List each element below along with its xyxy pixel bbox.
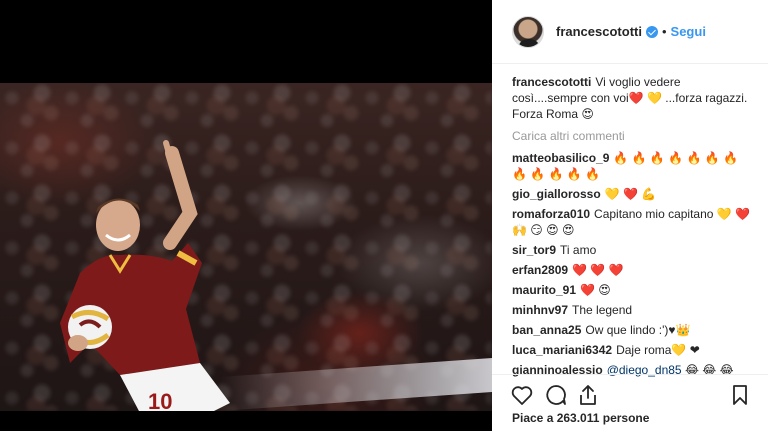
svg-text:10: 10 [148,389,172,411]
comment-username[interactable]: ban_anna25 [512,323,581,337]
media-pane: 10 [0,0,492,431]
caption-username[interactable]: francescototti [512,75,591,89]
comment-item: erfan2809 ❤️ ❤️ ❤️ [512,262,756,278]
share-icon[interactable] [576,383,600,407]
comment-text: Ow que lindo :')♥👑 [585,323,691,337]
comment-text: Ti amo [560,243,597,257]
likes-count[interactable]: Piace a 263.011 persone [512,411,649,425]
comment-bubble-icon[interactable] [544,383,568,407]
action-bar: Piace a 263.011 persone [492,374,768,431]
comment-text: Daje roma💛 ❤ [616,343,700,357]
post-caption: francescototti Vi voglio vedere così....s… [512,74,756,122]
comments-list: francescototti Vi voglio vedere così....s… [512,74,756,382]
post-photo[interactable]: 10 [0,83,492,411]
load-more-comments-button[interactable]: Carica altri commenti [512,128,756,144]
comment-item: ban_anna25 Ow que lindo :')♥👑 [512,322,756,338]
comment-item: minhnv97 The legend [512,302,756,318]
comment-item: maurito_91 ❤️ 😍 [512,282,756,298]
comment-item: luca_mariani6342 Daje roma💛 ❤ [512,342,756,358]
bookmark-icon[interactable] [728,383,752,407]
avatar[interactable] [512,15,544,48]
verified-badge-icon [645,25,658,38]
comment-item: matteobasilico_9 🔥 🔥 🔥 🔥 🔥 🔥 🔥 🔥 🔥 🔥 🔥 🔥 [512,150,756,182]
comment-username[interactable]: matteobasilico_9 [512,151,609,165]
comment-text: 💛 ❤️ 💪 [604,187,657,201]
comment-username[interactable]: erfan2809 [512,263,568,277]
post-username[interactable]: francescototti [556,24,642,39]
post-side-panel: francescototti • Segui francescototti Vi … [492,0,768,431]
follow-button[interactable]: Segui [671,24,706,39]
comment-username[interactable]: minhnv97 [512,303,568,317]
comment-item: gio_giallorosso 💛 ❤️ 💪 [512,186,756,202]
comment-username[interactable]: sir_tor9 [512,243,556,257]
post-header: francescototti • Segui [492,0,768,64]
comment-username[interactable]: luca_mariani6342 [512,343,612,357]
comment-text: The legend [572,303,633,317]
comment-username[interactable]: romaforza010 [512,207,590,221]
comment-text: ❤️ ❤️ ❤️ [572,263,624,277]
comment-username[interactable]: gio_giallorosso [512,187,601,201]
comment-text: ❤️ 😍 [580,283,611,297]
comment-item: sir_tor9 Ti amo [512,242,756,258]
player-figure: 10 [60,140,230,411]
separator-dot: • [661,24,667,39]
comment-username[interactable]: maurito_91 [512,283,576,297]
heart-icon[interactable] [510,383,534,407]
comment-item: romaforza010 Capitano mio capitano 💛 ❤️ 🙌… [512,206,756,238]
